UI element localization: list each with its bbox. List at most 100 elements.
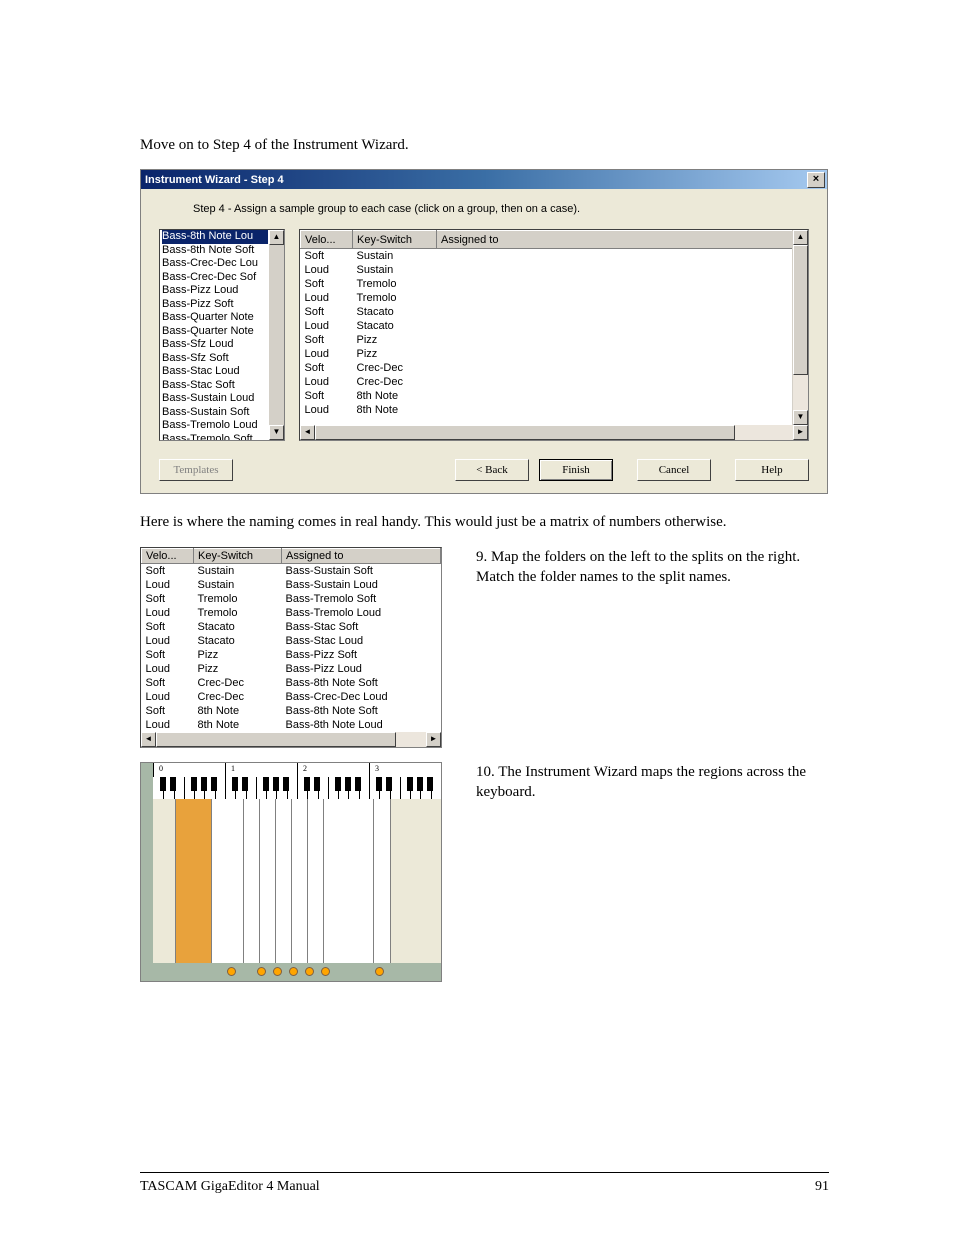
black-key[interactable] bbox=[386, 777, 392, 791]
list-item[interactable]: Bass-Sfz Loud bbox=[162, 338, 284, 352]
column-header[interactable]: Velo... bbox=[142, 548, 194, 563]
table-row[interactable]: SoftCrec-Dec bbox=[301, 361, 808, 375]
assigned-hscroll[interactable]: ◄ ► bbox=[141, 732, 441, 747]
column-header[interactable]: Assigned to bbox=[437, 231, 808, 249]
list-item[interactable]: Bass-8th Note Soft bbox=[162, 244, 284, 258]
list-item[interactable]: Bass-Pizz Loud bbox=[162, 284, 284, 298]
scroll-right-icon[interactable]: ► bbox=[793, 425, 808, 440]
hscroll-thumb[interactable] bbox=[156, 732, 396, 747]
table-row[interactable]: Soft8th NoteBass-8th Note Soft bbox=[142, 704, 441, 718]
hscroll-thumb[interactable] bbox=[315, 425, 735, 440]
black-key[interactable] bbox=[170, 777, 176, 791]
list-item[interactable]: Bass-8th Note Lou bbox=[162, 230, 284, 244]
finish-button[interactable]: Finish bbox=[539, 459, 613, 481]
list-item[interactable]: Bass-Crec-Dec Sof bbox=[162, 271, 284, 285]
vscroll-thumb[interactable] bbox=[793, 245, 808, 375]
black-key[interactable] bbox=[191, 777, 197, 791]
assigned-case-table[interactable]: Velo...Key-SwitchAssigned to SoftSustain… bbox=[140, 547, 442, 748]
list-item[interactable]: Bass-Pizz Soft bbox=[162, 298, 284, 312]
black-key[interactable] bbox=[427, 777, 433, 791]
sample-group-listbox[interactable]: Bass-8th Note LouBass-8th Note SoftBass-… bbox=[159, 229, 285, 441]
region-marker-icon[interactable] bbox=[257, 967, 266, 976]
black-key[interactable] bbox=[304, 777, 310, 791]
black-key[interactable] bbox=[314, 777, 320, 791]
black-key[interactable] bbox=[407, 777, 413, 791]
list-item[interactable]: Bass-Tremolo Soft bbox=[162, 433, 284, 442]
table-row[interactable]: LoudStacatoBass-Stac Loud bbox=[142, 634, 441, 648]
black-key[interactable] bbox=[232, 777, 238, 791]
region[interactable] bbox=[373, 799, 391, 963]
region[interactable] bbox=[175, 799, 213, 963]
region[interactable] bbox=[323, 799, 375, 963]
black-key[interactable] bbox=[263, 777, 269, 791]
list-item[interactable]: Bass-Stac Loud bbox=[162, 365, 284, 379]
table-row[interactable]: SoftStacato bbox=[301, 305, 808, 319]
case-table[interactable]: Velo...Key-SwitchAssigned to SoftSustain… bbox=[299, 229, 809, 441]
column-header[interactable]: Velo... bbox=[301, 231, 353, 249]
table-row[interactable]: SoftSustainBass-Sustain Soft bbox=[142, 563, 441, 578]
list-item[interactable]: Bass-Quarter Note bbox=[162, 325, 284, 339]
black-key[interactable] bbox=[201, 777, 207, 791]
black-key[interactable] bbox=[335, 777, 341, 791]
case-vscroll[interactable]: ▲ ▼ bbox=[792, 230, 808, 425]
region-marker-icon[interactable] bbox=[305, 967, 314, 976]
scroll-down-icon[interactable]: ▼ bbox=[269, 425, 284, 440]
region[interactable] bbox=[211, 799, 245, 963]
scroll-up-icon[interactable]: ▲ bbox=[793, 230, 808, 245]
scroll-up-icon[interactable]: ▲ bbox=[269, 230, 284, 245]
list-item[interactable]: Bass-Tremolo Loud bbox=[162, 419, 284, 433]
table-row[interactable]: SoftPizzBass-Pizz Soft bbox=[142, 648, 441, 662]
list-item[interactable]: Bass-Quarter Note bbox=[162, 311, 284, 325]
list-item[interactable]: Bass-Sustain Soft bbox=[162, 406, 284, 420]
black-key[interactable] bbox=[273, 777, 279, 791]
templates-button[interactable]: Templates bbox=[159, 459, 233, 481]
region-marker-icon[interactable] bbox=[375, 967, 384, 976]
list-item[interactable]: Bass-Stac Soft bbox=[162, 379, 284, 393]
table-row[interactable]: Loud8th NoteBass-8th Note Loud bbox=[142, 718, 441, 732]
black-key[interactable] bbox=[242, 777, 248, 791]
column-header[interactable]: Key-Switch bbox=[353, 231, 437, 249]
region-marker-icon[interactable] bbox=[227, 967, 236, 976]
table-row[interactable]: LoudPizzBass-Pizz Loud bbox=[142, 662, 441, 676]
close-icon[interactable]: × bbox=[807, 172, 825, 188]
table-row[interactable]: LoudCrec-DecBass-Crec-Dec Loud bbox=[142, 690, 441, 704]
table-row[interactable]: LoudPizz bbox=[301, 347, 808, 361]
table-row[interactable]: SoftCrec-DecBass-8th Note Soft bbox=[142, 676, 441, 690]
scroll-down-icon[interactable]: ▼ bbox=[793, 410, 808, 425]
keyboard-region-map[interactable]: 0123 bbox=[140, 762, 442, 982]
cancel-button[interactable]: Cancel bbox=[637, 459, 711, 481]
black-key[interactable] bbox=[211, 777, 217, 791]
scroll-left-icon[interactable]: ◄ bbox=[141, 732, 156, 747]
black-key[interactable] bbox=[417, 777, 423, 791]
list-item[interactable]: Bass-Crec-Dec Lou bbox=[162, 257, 284, 271]
region-marker-icon[interactable] bbox=[289, 967, 298, 976]
table-row[interactable]: SoftTremoloBass-Tremolo Soft bbox=[142, 592, 441, 606]
black-key[interactable] bbox=[355, 777, 361, 791]
table-row[interactable]: LoudStacato bbox=[301, 319, 808, 333]
table-row[interactable]: LoudTremolo bbox=[301, 291, 808, 305]
table-row[interactable]: SoftSustain bbox=[301, 249, 808, 264]
list-item[interactable]: Bass-Sustain Loud bbox=[162, 392, 284, 406]
back-button[interactable]: < Back bbox=[455, 459, 529, 481]
black-key[interactable] bbox=[283, 777, 289, 791]
scroll-right-icon[interactable]: ► bbox=[426, 732, 441, 747]
black-key[interactable] bbox=[345, 777, 351, 791]
table-row[interactable]: Soft8th Note bbox=[301, 389, 808, 403]
region-marker-icon[interactable] bbox=[321, 967, 330, 976]
column-header[interactable]: Key-Switch bbox=[194, 548, 282, 563]
black-key[interactable] bbox=[376, 777, 382, 791]
table-row[interactable]: LoudSustain bbox=[301, 263, 808, 277]
table-row[interactable]: LoudCrec-Dec bbox=[301, 375, 808, 389]
case-hscroll[interactable]: ◄ ► bbox=[300, 425, 808, 440]
wizard-titlebar[interactable]: Instrument Wizard - Step 4 × bbox=[141, 170, 827, 189]
list-item[interactable]: Bass-Sfz Soft bbox=[162, 352, 284, 366]
table-row[interactable]: SoftPizz bbox=[301, 333, 808, 347]
table-row[interactable]: SoftTremolo bbox=[301, 277, 808, 291]
help-button[interactable]: Help bbox=[735, 459, 809, 481]
table-row[interactable]: LoudSustainBass-Sustain Loud bbox=[142, 578, 441, 592]
table-row[interactable]: LoudTremoloBass-Tremolo Loud bbox=[142, 606, 441, 620]
region-marker-icon[interactable] bbox=[273, 967, 282, 976]
listbox-scrollbar[interactable]: ▲ ▼ bbox=[268, 230, 284, 440]
scroll-left-icon[interactable]: ◄ bbox=[300, 425, 315, 440]
column-header[interactable]: Assigned to bbox=[282, 548, 441, 563]
